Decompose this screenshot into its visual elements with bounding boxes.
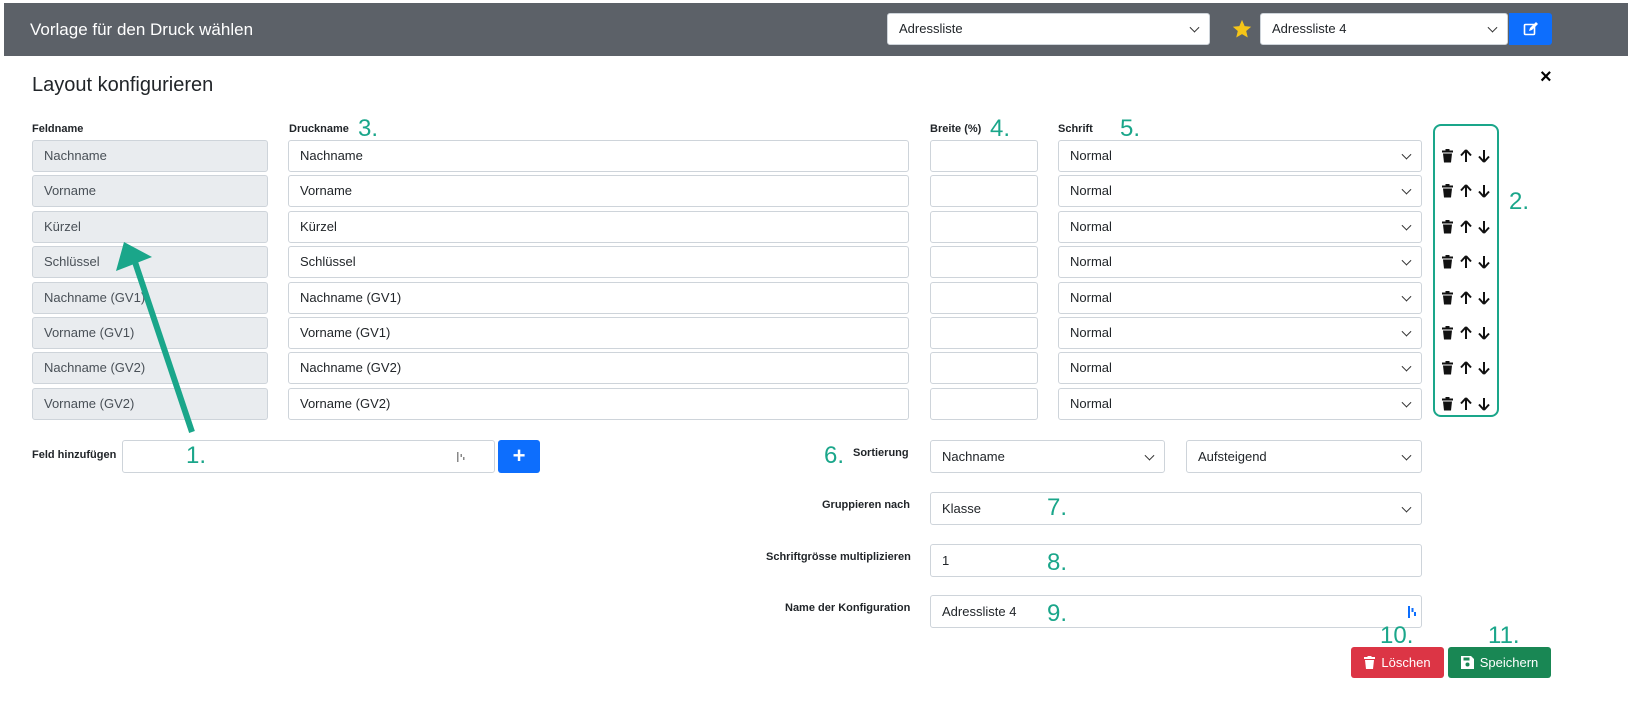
annotation-5: 5. xyxy=(1120,115,1141,142)
annotation-7: 7. xyxy=(1047,494,1068,521)
annotation-3: 3. xyxy=(358,115,379,142)
annotation-4: 4. xyxy=(990,115,1011,142)
annotation-8: 8. xyxy=(1047,549,1068,576)
annotation-6: 6. xyxy=(824,442,845,469)
annotation-1: 1. xyxy=(186,442,207,469)
annotation-2: 2. xyxy=(1509,188,1530,215)
annotation-11: 11. xyxy=(1488,622,1520,649)
annotation-9: 9. xyxy=(1047,600,1068,627)
annotation-10: 10. xyxy=(1380,622,1414,649)
annotation-arrow xyxy=(116,242,195,433)
